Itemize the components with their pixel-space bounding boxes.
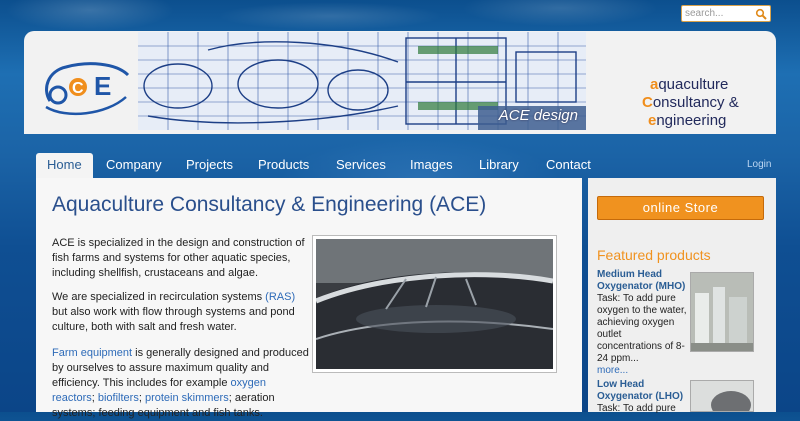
page-title: Aquaculture Consultancy & Engineering (A… <box>52 193 487 216</box>
brand-word-engineering: ngineering <box>656 112 727 129</box>
protein-skimmers-link[interactable]: protein skimmers <box>145 392 229 404</box>
product-more-link[interactable]: more... <box>597 365 687 377</box>
main-content: Aquaculture Consultancy & Engineering (A… <box>36 178 582 419</box>
nav-products[interactable]: Products <box>258 153 309 177</box>
ras-link[interactable]: (RAS) <box>265 291 295 303</box>
fish-tank-photo <box>312 235 557 373</box>
nav-home[interactable]: Home <box>36 153 93 179</box>
header-banner-image: ACE design <box>138 32 586 130</box>
svg-text:E: E <box>94 71 111 101</box>
nav-services[interactable]: Services <box>336 153 386 177</box>
product-image-lho[interactable] <box>690 380 754 419</box>
search-input[interactable] <box>685 7 753 20</box>
ras-text-a: We are specialized in recirculation syst… <box>52 291 266 303</box>
nav-library[interactable]: Library <box>479 153 519 177</box>
search-icon[interactable] <box>755 8 767 20</box>
search-box[interactable] <box>681 5 771 22</box>
banner-caption: ACE design <box>498 107 578 124</box>
featured-product-mho[interactable]: Medium Head Oxygenator (MHO) Task: To ad… <box>597 269 687 377</box>
nav-images[interactable]: Images <box>410 153 453 177</box>
nav-company[interactable]: Company <box>106 153 162 177</box>
nav-contact[interactable]: Contact <box>546 153 591 177</box>
ace-logo[interactable]: C E <box>36 49 136 119</box>
brand-word-aquaculture: quaculture <box>658 76 729 93</box>
ras-paragraph: We are specialized in recirculation syst… <box>52 290 310 335</box>
login-link[interactable]: Login <box>747 159 771 170</box>
product-image-mho[interactable] <box>690 272 754 352</box>
product-title[interactable]: Low Head Oxygenator (LHO) <box>597 379 687 403</box>
biofilters-link[interactable]: biofilters <box>98 392 139 404</box>
sidebar: online Store Featured products Medium He… <box>588 178 776 419</box>
brand-word-consultancy: onsultancy & <box>652 94 739 111</box>
ras-text-b: but also work with flow through systems … <box>52 306 295 333</box>
equipment-paragraph: Farm equipment is generally designed and… <box>52 346 310 421</box>
product-description: Task: To add pure <box>597 403 676 414</box>
online-store-button[interactable]: online Store <box>597 196 764 220</box>
equipment-sep-2: ; <box>138 392 142 404</box>
svg-text:C: C <box>72 80 84 97</box>
farm-equipment-link[interactable]: Farm equipment <box>52 347 132 359</box>
featured-products-title: Featured products <box>597 247 711 263</box>
nav-projects[interactable]: Projects <box>186 153 233 177</box>
product-description: Task: To add pure oxygen to the water, a… <box>597 293 687 364</box>
intro-paragraph: ACE is specialized in the design and con… <box>52 237 305 279</box>
featured-product-lho[interactable]: Low Head Oxygenator (LHO) Task: To add p… <box>597 379 687 415</box>
brand-initial-c: C <box>642 94 653 111</box>
product-title[interactable]: Medium Head Oxygenator (MHO) <box>597 269 687 293</box>
